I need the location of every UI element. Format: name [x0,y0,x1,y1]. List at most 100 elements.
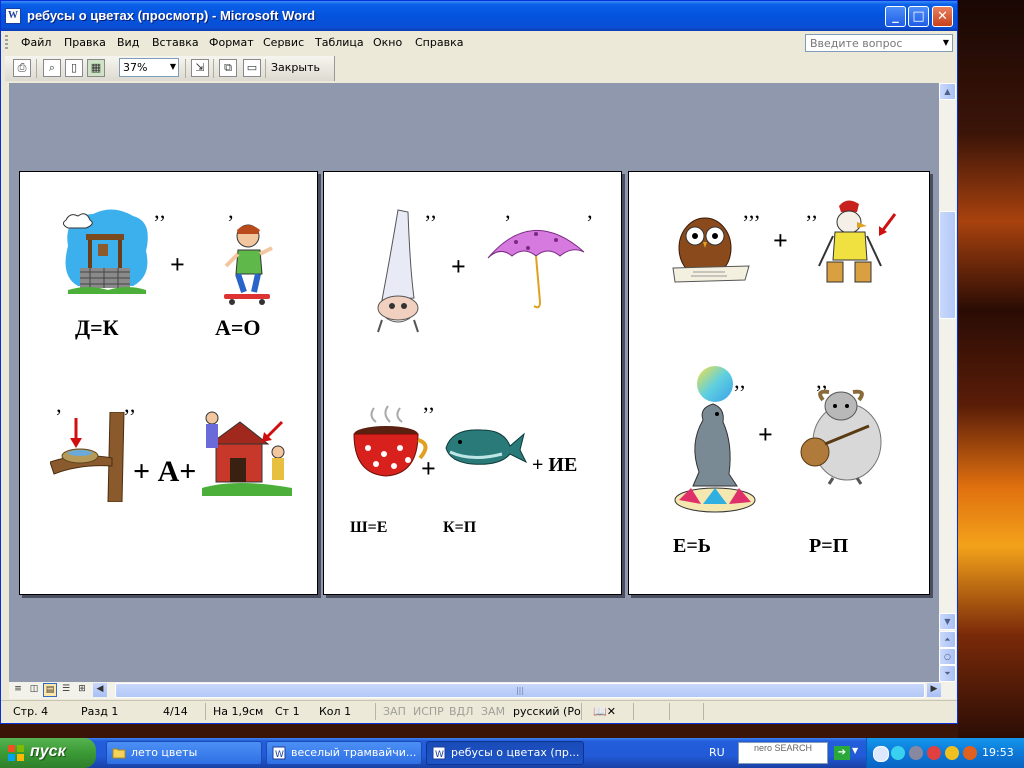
skater-boy-picture [224,224,273,305]
preview-page-2[interactable]: ’’ + ’ ’ ’’ + + ИЕ Ш=Е К=П [323,171,622,595]
update-icon[interactable] [963,746,977,760]
help-question-input[interactable]: Введите вопрос ▼ [805,34,953,52]
rebus-caption-replace: А=О [215,315,261,340]
svg-text:W: W [275,750,284,760]
menu-table[interactable]: Таблица [315,36,364,49]
volume-icon[interactable] [909,746,923,760]
vertical-scrollbar[interactable]: ▲ ▼ ⏶ ○ ⏷ [939,83,956,682]
chevron-down-icon[interactable]: ▼ [170,62,176,71]
messenger-icon[interactable] [945,746,959,760]
start-button[interactable]: пуск [0,738,96,768]
reading-layout-icon[interactable]: ⊞ [75,683,89,697]
network-icon[interactable] [891,746,905,760]
menu-window[interactable]: Окно [373,36,402,49]
menu-edit[interactable]: Правка [64,36,106,49]
scroll-left-arrow-icon[interactable]: ◀ [93,683,107,697]
dropdown-arrow-icon[interactable]: ▼ [852,746,858,755]
folder-icon [112,748,126,759]
close-preview-icon[interactable]: ▭ [243,59,261,77]
taskbar-item-folder[interactable]: лето цветы [106,741,262,765]
magnifier-icon[interactable]: ⌕ [43,59,61,77]
dropdown-arrow-icon[interactable]: ▼ [943,38,949,47]
status-divider [703,703,704,720]
toolbar-separator [213,59,214,78]
dotted-pot-picture [353,405,428,477]
taskbar-item-label: ребусы о цветах (пр... [451,746,580,759]
rebus-plus-sign: + А+ [133,455,197,488]
next-page-icon[interactable]: ⏷ [939,665,956,682]
taskbar-item-doc-rebus[interactable]: W ребусы о цветах (пр... [426,741,584,765]
status-page-count: 4/14 [163,705,188,718]
rebus-caption-replace: Д=К [75,315,119,340]
menu-grip-handle[interactable] [5,35,8,51]
normal-view-icon[interactable]: ≡ [11,683,25,697]
print-layout-icon[interactable]: ▤ [43,683,57,697]
nero-search-box[interactable]: nero SEARCH [738,742,828,764]
menu-file[interactable]: Файл [21,36,51,49]
owl-reading-picture [672,217,750,283]
language-indicator[interactable]: RU [709,746,725,759]
one-page-icon[interactable]: ▯ [65,59,83,77]
taskbar-item-label: веселый трамвайчи... [291,746,417,759]
menu-tools[interactable]: Сервис [263,36,304,49]
well-picture [62,209,148,294]
status-divider [205,703,206,720]
minimize-button[interactable]: _ [885,6,906,27]
status-divider [375,703,376,720]
nero-search-label: nero SEARCH [753,743,813,753]
clock[interactable]: 19:53 [982,746,1014,759]
skier-bird-picture [818,200,897,283]
horizontal-scrollbar[interactable]: ≡ ◫ ▤ ☰ ⊞ ◀ ||| ▶ [9,682,956,699]
print-icon[interactable]: ⎙ [13,59,31,77]
menu-view[interactable]: Вид [117,36,139,49]
full-screen-icon[interactable]: ⧉ [219,59,237,77]
outline-view-icon[interactable]: ☰ [59,683,73,697]
shrink-to-fit-icon[interactable]: ⇲ [191,59,209,77]
web-layout-icon[interactable]: ◫ [27,683,41,697]
menu-format[interactable]: Формат [209,36,254,49]
status-line: Ст 1 [275,705,300,718]
preview-document-area[interactable]: ’’ + ’ Д=К А=О ’ ’’ + А+ ’’ + ’ ’ ’’ + +… [9,83,939,682]
close-button[interactable]: ✕ [932,6,953,27]
status-divider [633,703,634,720]
preview-page-3[interactable]: ’’’ + ’’ ’’ + ’’ Е=Ь Р=П [628,171,930,595]
zoom-value: 37% [123,61,148,74]
scroll-up-arrow-icon[interactable]: ▲ [939,83,956,100]
spelling-check-icon[interactable]: 📖✕ [593,705,616,718]
status-extend-selection[interactable]: ВДЛ [449,705,473,718]
print-preview-toolbar: ⎙ ⌕ ▯ ▦ 37% ▼ ⇲ ⧉ ▭ Закрыть [5,56,335,81]
menu-help[interactable]: Справка [415,36,463,49]
status-position: На 1,9см [213,705,264,718]
select-browse-object-icon[interactable]: ○ [939,648,956,665]
preview-page-1[interactable]: ’’ + ’ Д=К А=О ’ ’’ + А+ [19,171,318,595]
status-record-macro[interactable]: ЗАП [383,705,406,718]
rebus-comma-mark: ’’’ [742,210,761,235]
go-arrow-icon[interactable]: ➔ [834,746,850,760]
previous-page-icon[interactable]: ⏶ [939,631,956,648]
umbrella-picture [487,230,585,309]
status-overtype[interactable]: ЗАМ [481,705,505,718]
close-preview-button[interactable]: Закрыть [271,61,320,74]
antivirus-icon[interactable] [927,746,941,760]
window-title: ребусы о цветах (просмотр) - Microsoft W… [27,8,316,23]
taskbar-item-doc-tram[interactable]: W веселый трамвайчи... [266,741,422,765]
menu-insert[interactable]: Вставка [152,36,199,49]
show-hidden-icons-icon[interactable] [873,746,889,762]
horizontal-scroll-thumb[interactable]: ||| [115,683,925,698]
rebus-caption-replace: Е=Ь [673,535,711,557]
desktop-wallpaper [958,0,1024,738]
status-track-changes[interactable]: ИСПР [413,705,444,718]
rebus-comma-mark: ’’ [424,210,438,235]
zoom-select[interactable]: 37% ▼ [119,58,179,77]
word-app-icon[interactable]: W [5,8,21,24]
rebus-comma-mark: ’’ [123,404,137,429]
seal-ball-picture [674,366,756,513]
maximize-button[interactable]: □ [908,6,929,27]
multiple-pages-icon[interactable]: ▦ [87,59,105,77]
scroll-right-arrow-icon[interactable]: ▶ [927,683,941,697]
status-divider [669,703,670,720]
ram-balalaika-picture [800,389,882,485]
vertical-scroll-thumb[interactable] [939,211,956,319]
title-bar[interactable]: W ребусы о цветах (просмотр) - Microsoft… [1,1,957,31]
scroll-down-arrow-icon[interactable]: ▼ [939,613,956,630]
